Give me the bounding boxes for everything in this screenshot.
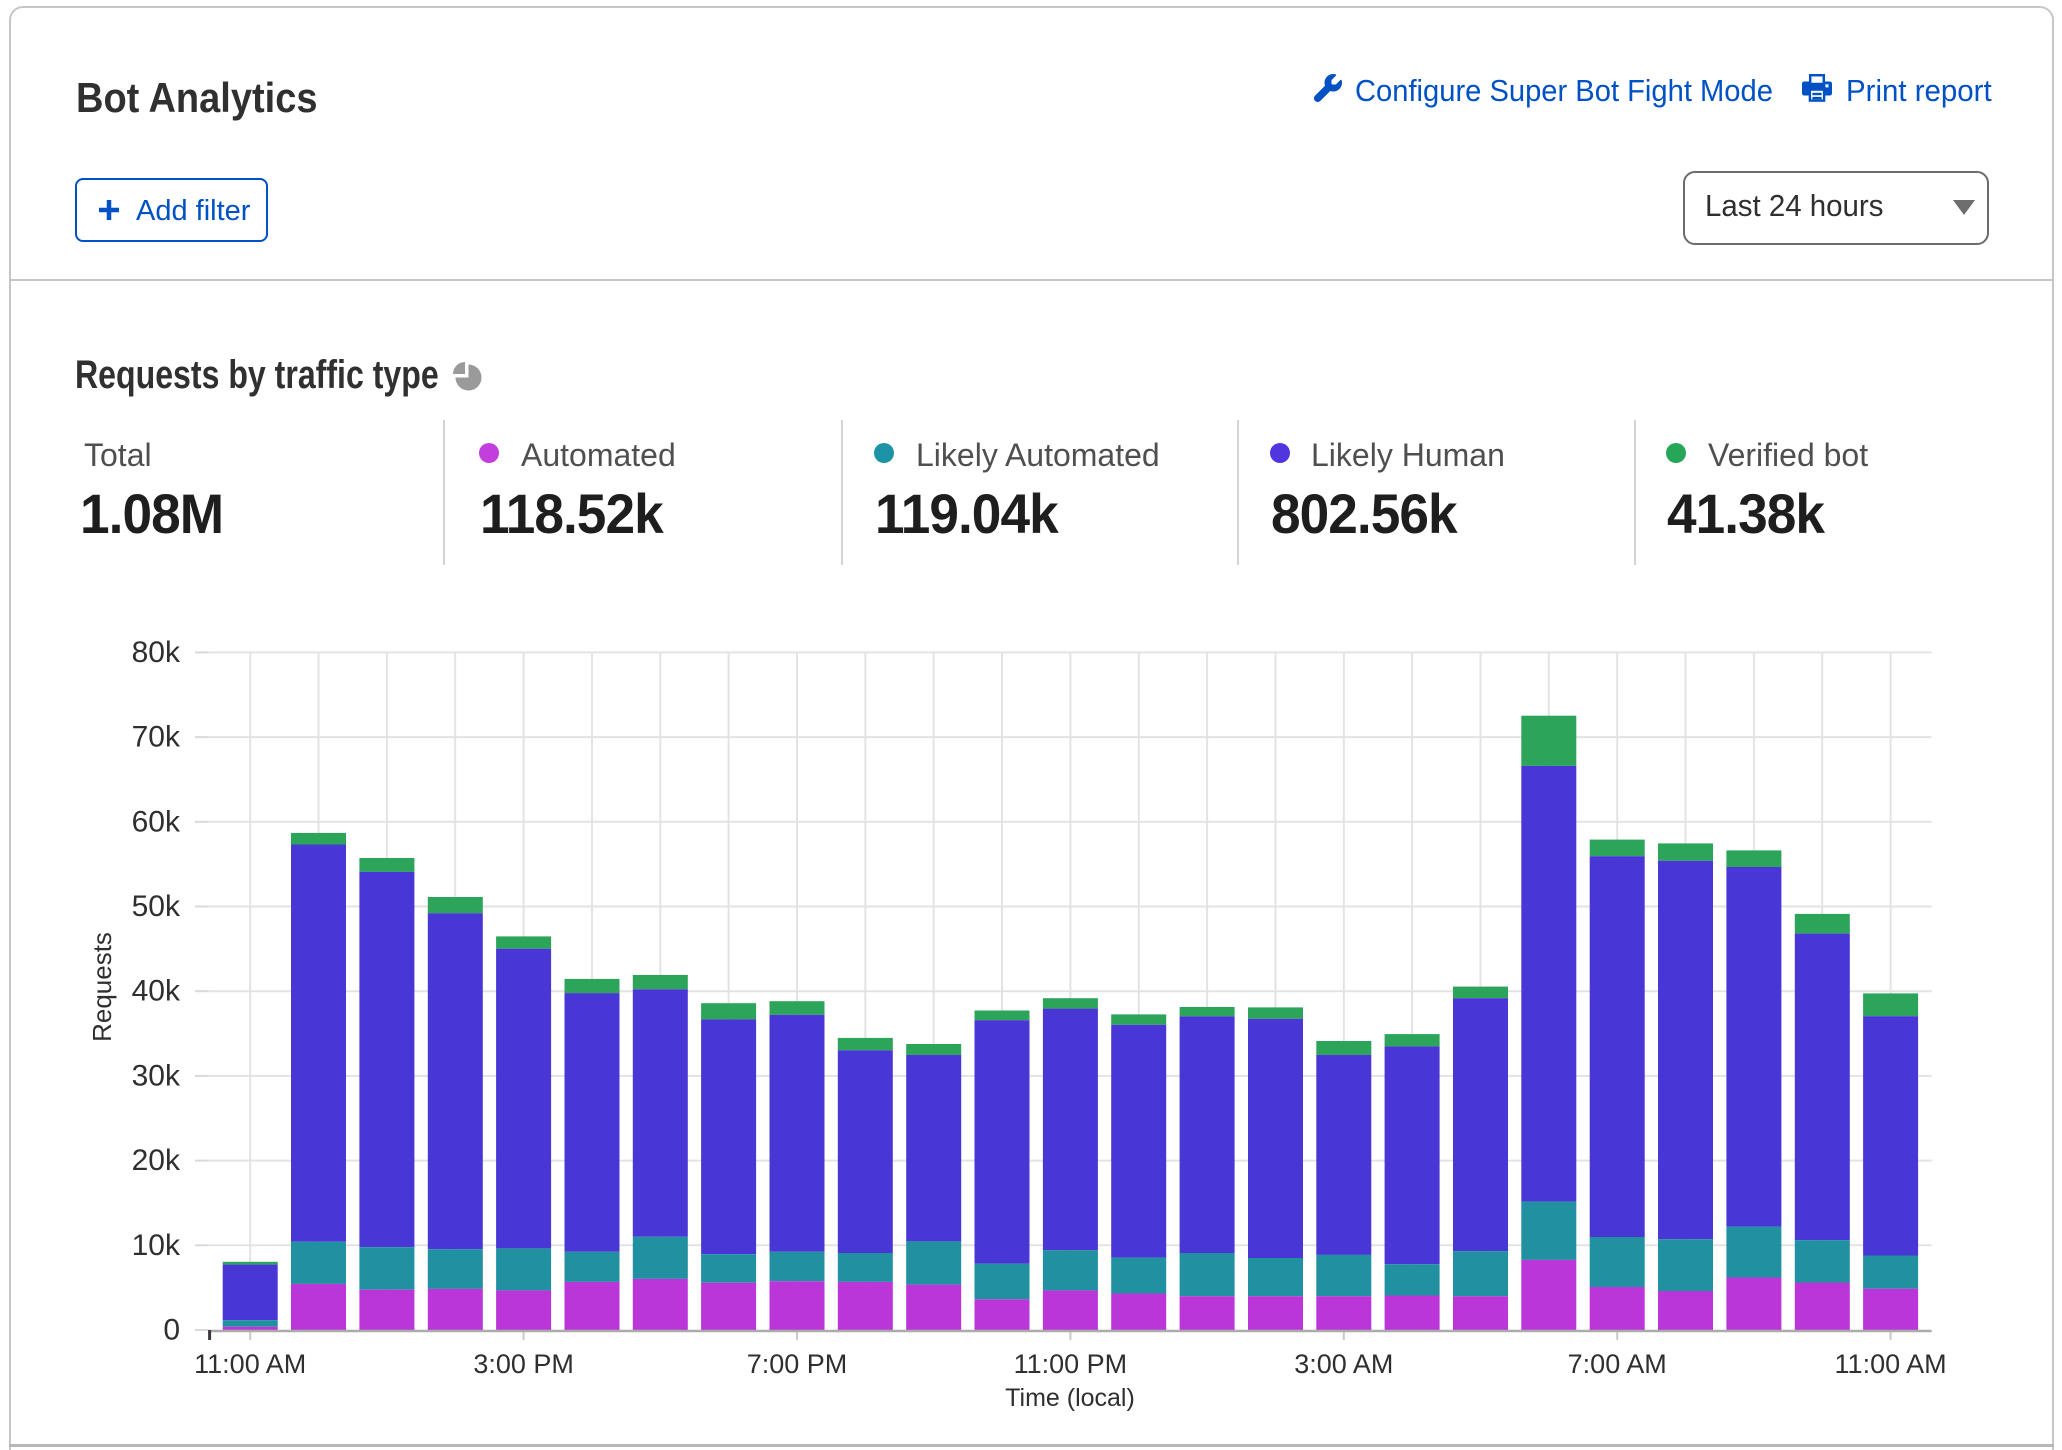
svg-text:0: 0 <box>163 1314 180 1347</box>
svg-text:60k: 60k <box>132 805 181 838</box>
svg-text:7:00 PM: 7:00 PM <box>747 1349 848 1379</box>
svg-text:20k: 20k <box>132 1144 181 1177</box>
svg-text:70k: 70k <box>132 721 181 754</box>
svg-text:50k: 50k <box>132 890 181 923</box>
svg-text:3:00 AM: 3:00 AM <box>1294 1349 1393 1379</box>
svg-text:11:00 AM: 11:00 AM <box>1835 1349 1947 1379</box>
svg-text:11:00 PM: 11:00 PM <box>1014 1349 1128 1379</box>
svg-text:Requests: Requests <box>87 932 117 1042</box>
svg-text:7:00 AM: 7:00 AM <box>1568 1349 1667 1379</box>
svg-text:Time (local): Time (local) <box>1005 1384 1135 1412</box>
svg-text:11:00 AM: 11:00 AM <box>194 1349 306 1379</box>
svg-text:30k: 30k <box>132 1059 181 1092</box>
svg-text:40k: 40k <box>132 975 181 1008</box>
svg-text:3:00 PM: 3:00 PM <box>473 1349 574 1379</box>
svg-text:10k: 10k <box>132 1229 181 1262</box>
svg-text:80k: 80k <box>132 636 181 669</box>
